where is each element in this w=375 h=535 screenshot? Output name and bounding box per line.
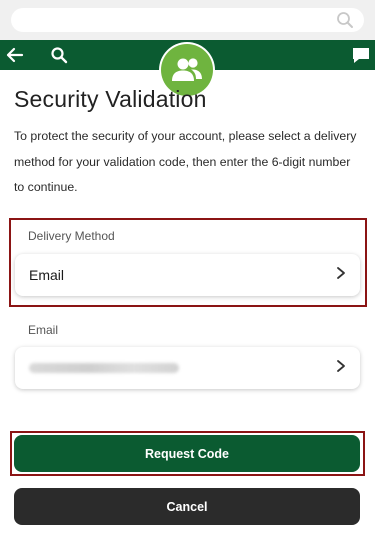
magnifier-icon[interactable]	[336, 11, 354, 34]
email-select[interactable]	[15, 347, 360, 389]
chat-icon[interactable]	[349, 40, 373, 70]
page-title: Security Validation	[14, 86, 207, 112]
delivery-method-select[interactable]: Email	[15, 254, 360, 296]
chevron-right-icon	[336, 266, 346, 285]
delivery-method-label: Delivery Method	[28, 229, 115, 243]
cancel-button[interactable]: Cancel	[14, 488, 360, 525]
email-value-redacted	[29, 363, 179, 373]
delivery-method-value: Email	[29, 267, 65, 283]
search-icon[interactable]	[48, 40, 70, 70]
browser-search-field[interactable]	[11, 8, 364, 32]
security-validation-page: Security Validation To protect the secur…	[0, 0, 375, 535]
request-code-button[interactable]: Request Code	[14, 435, 360, 472]
back-arrow-icon[interactable]	[4, 40, 26, 70]
intro-text: To protect the security of your account,…	[14, 129, 357, 194]
email-label: Email	[28, 323, 59, 337]
chevron-right-icon	[336, 359, 346, 378]
browser-toolbar	[0, 0, 375, 40]
